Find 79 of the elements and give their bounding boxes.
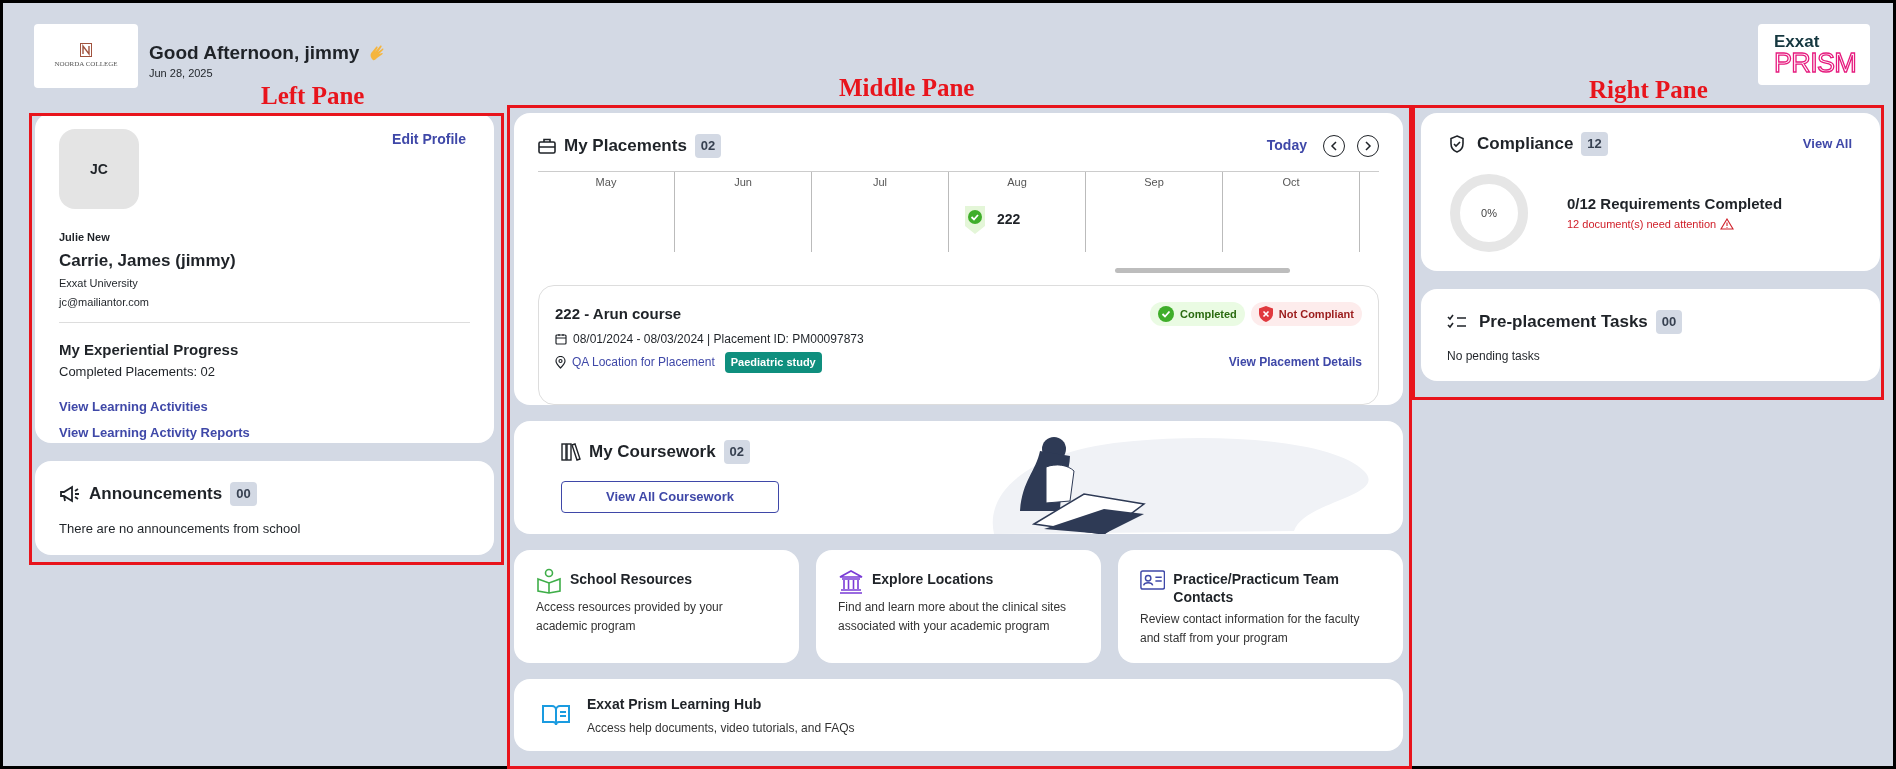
view-all-link[interactable]: View All: [1802, 134, 1852, 154]
preferred-name: Julie New: [59, 230, 111, 245]
learning-activity-link[interactable]: View Learning Activities: [59, 397, 208, 417]
resource-description: Review contact information for the faculty and staff from your program: [1140, 611, 1361, 647]
timeline-placement[interactable]: 222: [997, 209, 1021, 230]
avatar: JC: [59, 129, 139, 209]
placement-tag: Paediatric study: [724, 352, 822, 373]
check-circle-icon: [1158, 305, 1174, 322]
placement-title: 222 - Arun course: [555, 303, 682, 324]
university: Exxat University: [59, 276, 139, 291]
learning-hub-card[interactable]: Exxat Prism Learning Hub Access help documents, video tutorials, and FAQs: [514, 679, 1403, 751]
logo-text: Exxat: [1774, 32, 1821, 50]
requirements-summary: 0/12 Requirements Completed: [1567, 194, 1783, 214]
month-label: Jun: [733, 174, 753, 190]
pane-label: Left Pane: [261, 81, 365, 111]
placement-dates: 08/01/2024 - 08/03/2024 | Placement ID: PM00097873: [573, 331, 864, 348]
open-book-icon: [541, 703, 571, 727]
card-title: Compliance: [1477, 133, 1574, 155]
month-label: Oct: [1281, 174, 1301, 190]
greeting: Good Afternoon, jimmy: [149, 41, 360, 65]
email: jc@mailiantor.com: [59, 293, 470, 323]
today-link[interactable]: Today: [1266, 135, 1307, 157]
resource-description: Find and learn more about the clinical sites associated with your academic program: [838, 599, 1068, 635]
card-title: Announcements: [89, 483, 223, 505]
pane-label: Middle Pane: [839, 73, 975, 103]
date: Jun 28, 2025: [149, 66, 213, 81]
resource-card[interactable]: Explore Locations Find and learn more about the clinical sites associated with your academic program: [816, 550, 1101, 663]
month-label: May: [594, 174, 618, 190]
contact-card-icon: [1140, 568, 1166, 592]
view-placement-details-link[interactable]: View Placement Details: [1228, 353, 1362, 372]
books-icon: [561, 441, 581, 462]
location-pin-icon: [555, 355, 566, 369]
logo-text: PRISM: [1774, 49, 1858, 77]
learning-activity-link[interactable]: View Learning Activity Reports: [59, 422, 250, 442]
resource-card[interactable]: Practice/Practicum Team Contacts Review contact information for the faculty and staff from your program: [1118, 550, 1403, 663]
month-label: Jul: [871, 174, 889, 190]
empty-message: There are no announcements from school: [59, 519, 302, 538]
view-all-coursework-button[interactable]: View All Coursework: [561, 480, 779, 513]
shield-check-icon: [1449, 134, 1465, 153]
resource-title: Explore Locations: [872, 570, 994, 588]
resource-title: Practice/Practicum Team Contacts: [1173, 570, 1340, 606]
megaphone-icon: [59, 484, 81, 503]
card-title: My Placements: [564, 135, 687, 157]
count-badge: 02: [723, 440, 751, 464]
chevron-left-icon: [1330, 140, 1338, 151]
completed-placements: Completed Placements: 02: [59, 362, 217, 381]
count-badge: 00: [230, 482, 257, 506]
pane-label: Right Pane: [1589, 75, 1708, 105]
attention-message: 12 document(s) need attention: [1567, 216, 1717, 232]
month-label: Aug: [1006, 174, 1028, 190]
count-badge: 12: [1581, 132, 1608, 156]
empty-message: No pending tasks: [1447, 347, 1541, 365]
learning-hub-description: Access help documents, video tutorials, and FAQs: [587, 719, 855, 737]
briefcase-icon: [538, 137, 556, 154]
count-badge: 00: [1655, 310, 1683, 334]
card-title: My Coursework: [589, 441, 716, 463]
month-label: Sep: [1143, 174, 1165, 190]
chevron-right-icon: [1364, 140, 1372, 151]
resource-card[interactable]: School Resources Access resources provided by your academic program: [514, 550, 799, 663]
shield-x-icon: [1258, 305, 1273, 322]
card-title: Pre-placement Tasks: [1479, 311, 1648, 333]
school-crest-icon: [80, 42, 92, 57]
checklist-icon: [1447, 313, 1467, 330]
status-badge: Not Compliant: [1250, 301, 1362, 326]
book-person-icon: [536, 568, 562, 594]
horizontal-scrollbar[interactable]: [1115, 267, 1290, 273]
status-badge: Completed: [1150, 301, 1245, 326]
location-link[interactable]: QA Location for Placement: [572, 353, 715, 372]
resource-description: Access resources provided by your academic program: [536, 599, 724, 635]
warning-icon: [1720, 217, 1735, 230]
institution-icon: [838, 568, 864, 594]
resource-title: School Resources: [570, 570, 693, 588]
count-badge: 02: [694, 134, 722, 158]
edit-profile-link[interactable]: Edit Profile: [392, 129, 466, 150]
progress-title: My Experiential Progress: [59, 340, 240, 360]
progress-percent: 0%: [1481, 205, 1497, 221]
calendar-icon: [555, 333, 567, 345]
learning-hub-title: Exxat Prism Learning Hub: [587, 694, 763, 714]
student-name: Carrie, James (jimmy): [59, 249, 237, 272]
